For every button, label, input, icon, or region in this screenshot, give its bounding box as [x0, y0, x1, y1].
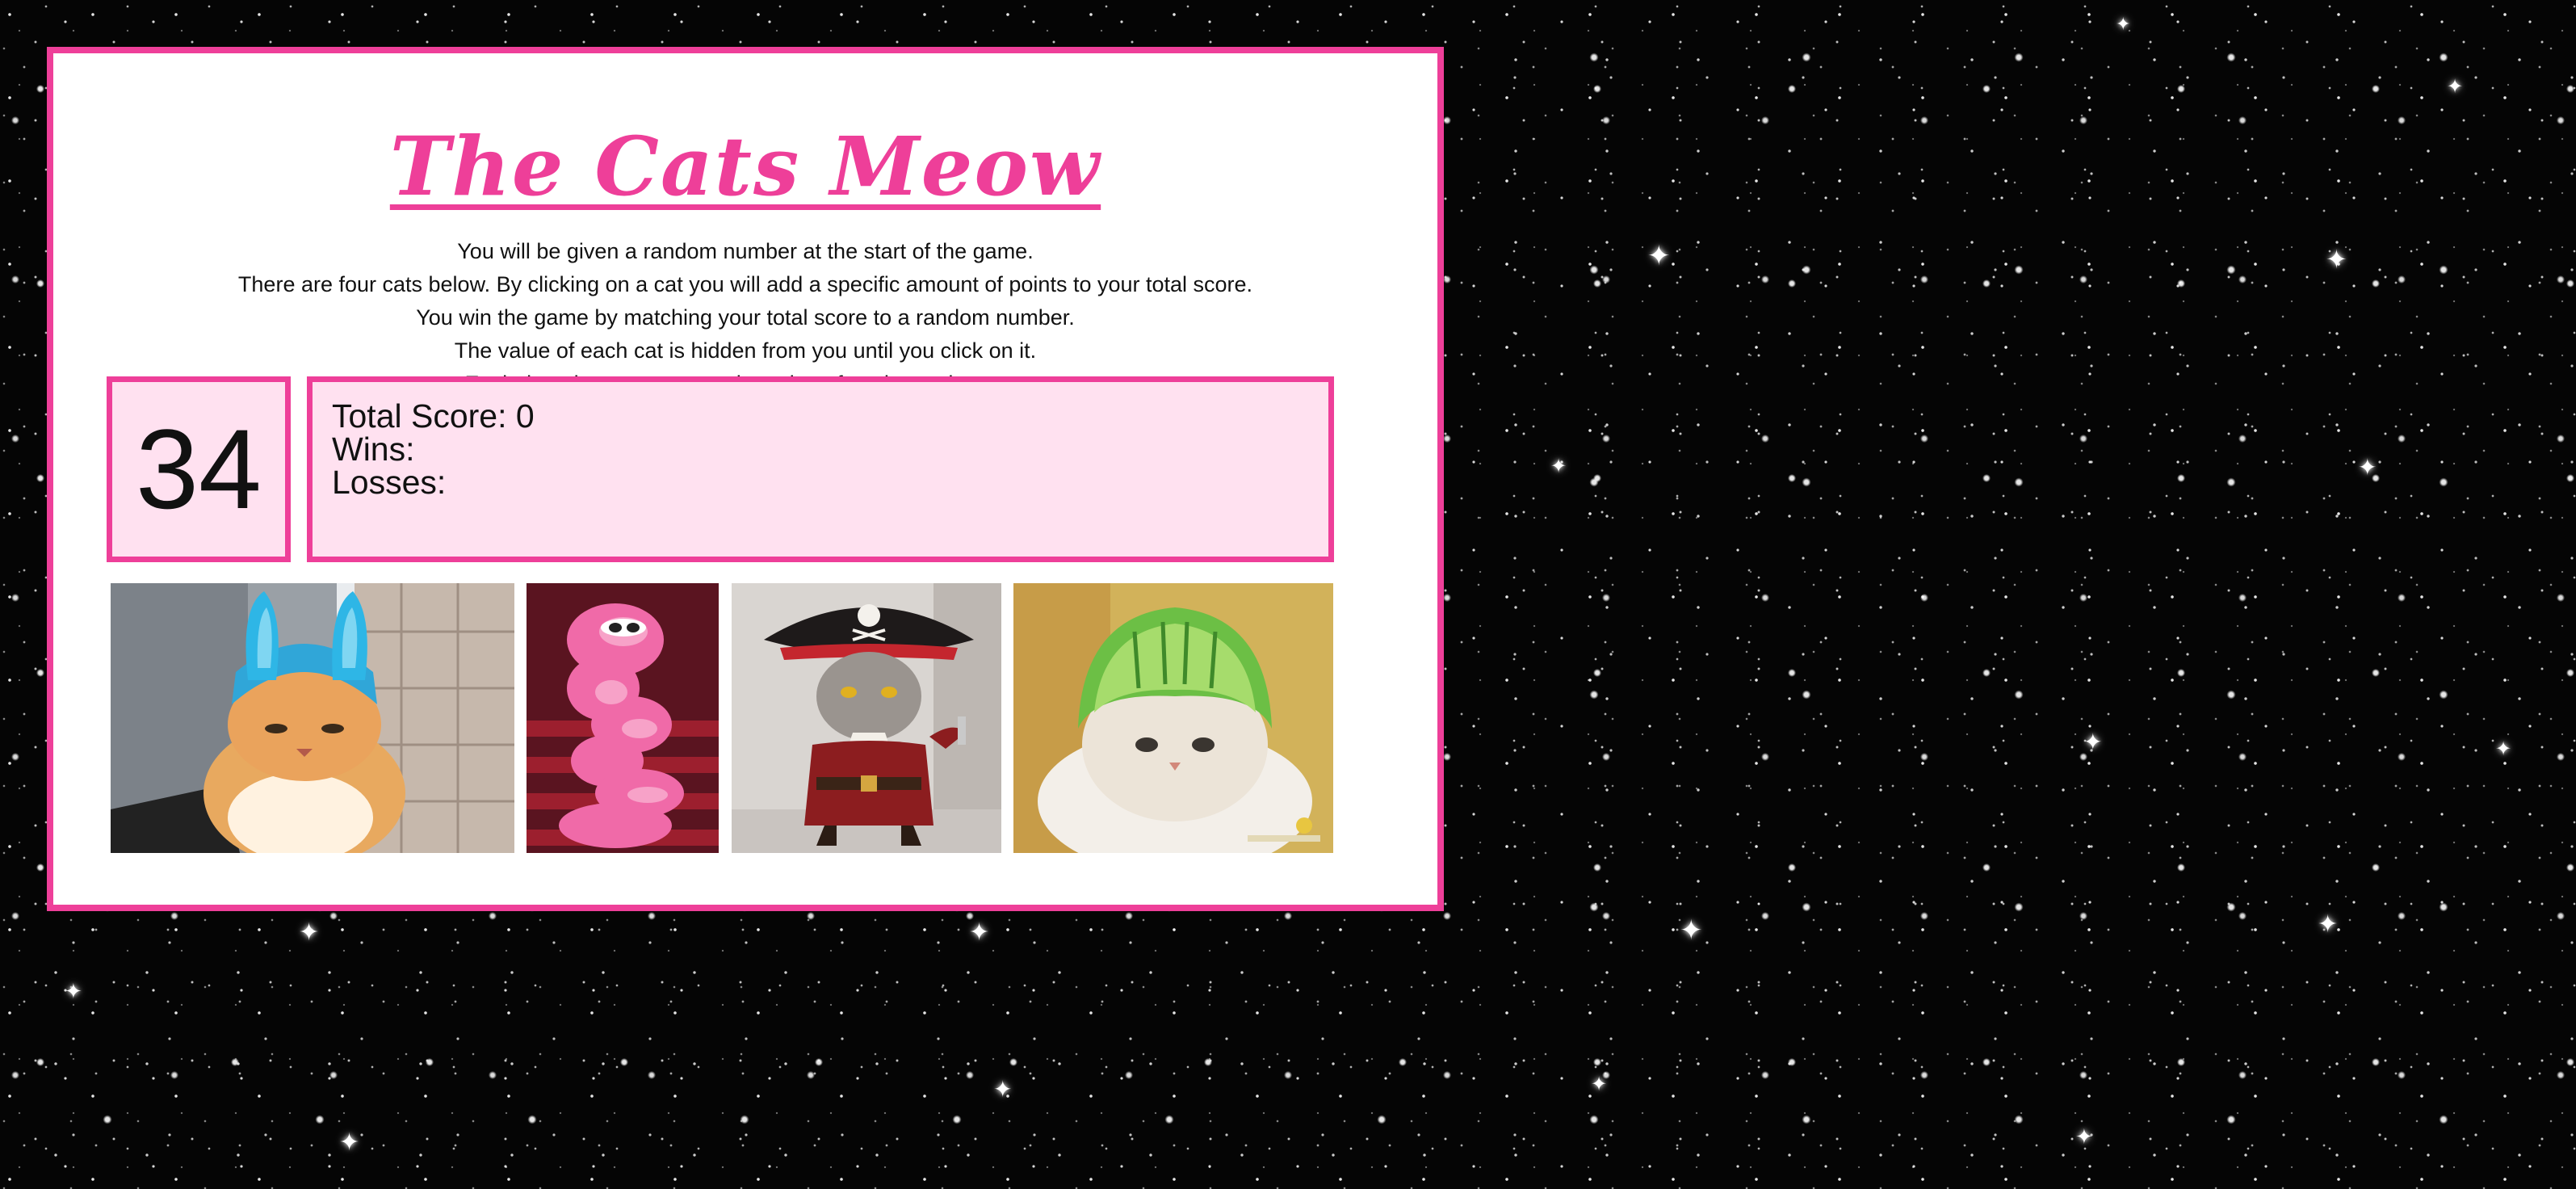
star-sparkle-icon: ✦	[1591, 1073, 1608, 1095]
bunny-ears-cat-image	[111, 583, 514, 853]
star-sparkle-icon: ✦	[2075, 1125, 2093, 1149]
cat-button-pirate-costume[interactable]	[732, 583, 1001, 853]
melon-helmet-cat-image	[1013, 583, 1333, 853]
instruction-line: The value of each cat is hidden from you…	[454, 338, 1037, 363]
star-sparkle-icon: ✦	[1680, 914, 1703, 947]
pink-boa-cat-image	[527, 583, 719, 853]
star-sparkle-icon: ✦	[299, 918, 320, 947]
star-sparkle-icon: ✦	[969, 918, 990, 947]
star-sparkle-icon: ✦	[2326, 244, 2347, 275]
cat-button-blue-bunny-hat[interactable]	[111, 583, 514, 853]
game-panel: The Cats Meow You will be given a random…	[47, 47, 1444, 911]
star-sparkle-icon: ✦	[2447, 75, 2464, 98]
star-sparkle-icon: ✦	[1647, 240, 1671, 272]
random-number-display: 34	[107, 376, 291, 562]
star-sparkle-icon: ✦	[339, 1128, 360, 1157]
star-sparkle-icon: ✦	[2083, 729, 2103, 755]
star-sparkle-icon: ✦	[2495, 737, 2512, 760]
total-score: Total Score: 0	[332, 397, 535, 435]
star-sparkle-icon: ✦	[2116, 15, 2131, 35]
score-panel: Total Score: 0 Wins: Losses:	[307, 376, 1334, 562]
star-sparkle-icon: ✦	[2358, 454, 2377, 481]
cat-button-pink-feather-boa[interactable]	[527, 583, 719, 853]
star-sparkle-icon: ✦	[993, 1076, 1013, 1103]
losses-count: Losses:	[332, 464, 455, 501]
star-sparkle-icon: ✦	[65, 980, 82, 1004]
pirate-cat-image	[732, 583, 1001, 853]
star-sparkle-icon: ✦	[1550, 455, 1567, 477]
wins-count: Wins:	[332, 431, 424, 468]
star-sparkle-icon: ✦	[2318, 910, 2339, 939]
instruction-line: You win the game by matching your total …	[416, 305, 1075, 330]
instruction-line: There are four cats below. By clicking o…	[237, 272, 1253, 296]
page-title: The Cats Meow	[389, 119, 1101, 214]
cat-buttons	[111, 583, 1338, 853]
instruction-line: You will be given a random number at the…	[457, 239, 1034, 263]
cat-button-melon-helmet[interactable]	[1013, 583, 1333, 853]
